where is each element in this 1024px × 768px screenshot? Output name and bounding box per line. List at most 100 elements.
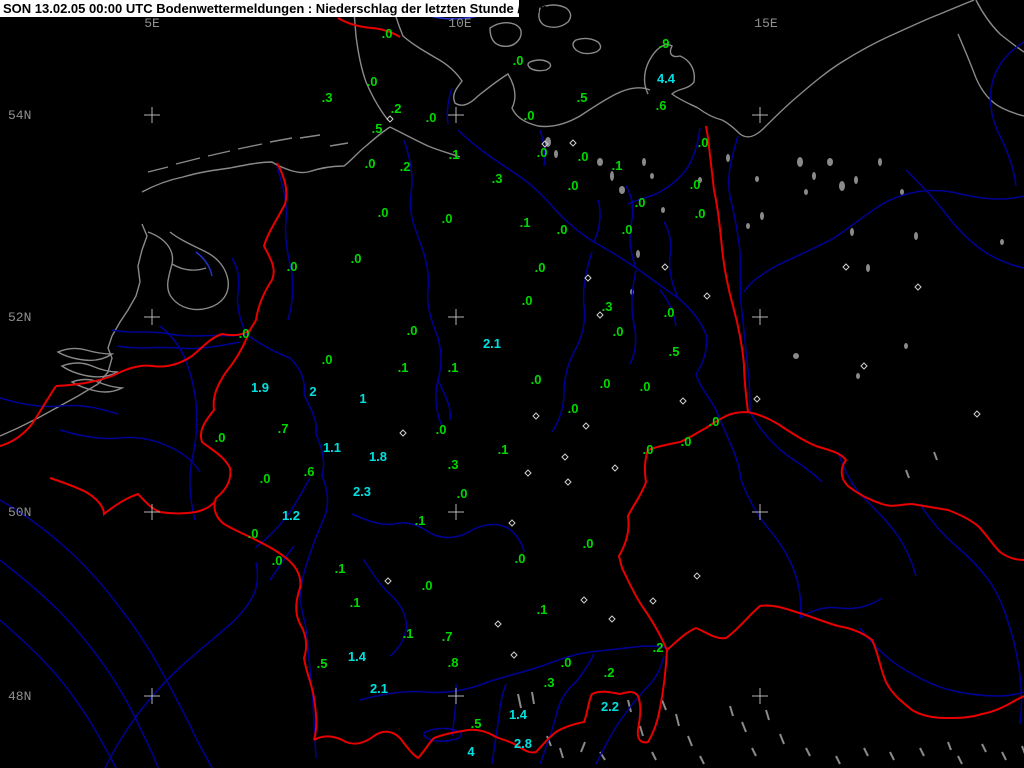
- station-value: .0: [422, 578, 433, 593]
- station-marker-icon: [860, 362, 868, 370]
- grid-cross-icon: [144, 309, 160, 325]
- station-value: 2.1: [370, 681, 388, 696]
- longitude-label: 15E: [754, 16, 778, 31]
- grid-cross-icon: [144, 504, 160, 520]
- station-value: .1: [398, 360, 409, 375]
- station-value: .0: [568, 178, 579, 193]
- station-marker-icon: [399, 429, 407, 437]
- station-value: .7: [278, 421, 289, 436]
- station-marker-icon: [661, 263, 669, 271]
- station-value: .3: [602, 299, 613, 314]
- station-value: .0: [367, 74, 378, 89]
- station-value: .0: [524, 108, 535, 123]
- station-value: .0: [664, 305, 675, 320]
- station-marker-icon: [384, 577, 392, 585]
- station-value: .1: [403, 626, 414, 641]
- weather-map-screen: 5E 10E 15E 54N 52N 50N 48N .0 .9 .0 4.4 .0 .3 .5 .6 .2…: [0, 0, 1024, 768]
- station-value: .3: [544, 675, 555, 690]
- station-value: .3: [448, 457, 459, 472]
- station-value: 1.1: [323, 440, 341, 455]
- station-value: .0: [322, 352, 333, 367]
- station-marker-icon: [582, 422, 590, 430]
- grid-cross-icon: [448, 107, 464, 123]
- station-value: .1: [612, 158, 623, 173]
- station-value: 4.4: [657, 71, 676, 86]
- station-value: .1: [350, 595, 361, 610]
- station-marker-icon: [494, 620, 502, 628]
- station-value: .0: [457, 486, 468, 501]
- station-value: .5: [471, 716, 482, 731]
- station-value: .3: [322, 90, 333, 105]
- latitude-label: 48N: [8, 689, 31, 704]
- station-marker-icon: [693, 572, 701, 580]
- station-marker-icon: [564, 478, 572, 486]
- station-value: .0: [382, 26, 393, 41]
- station-value: .2: [653, 640, 664, 655]
- station-value: .0: [260, 471, 271, 486]
- station-value: .5: [669, 344, 680, 359]
- station-marker-icon: [649, 597, 657, 605]
- station-value: 2.8: [514, 736, 532, 751]
- station-value: .0: [695, 206, 706, 221]
- station-value: .0: [561, 655, 572, 670]
- station-value: .0: [515, 551, 526, 566]
- station-value: .0: [698, 135, 709, 150]
- station-marker-icon: [611, 464, 619, 472]
- station-value: .2: [604, 665, 615, 680]
- station-value: .0: [365, 156, 376, 171]
- station-value: .0: [287, 259, 298, 274]
- station-marker-icon: [532, 412, 540, 420]
- station-value: .0: [531, 372, 542, 387]
- borders-layer: [0, 17, 1024, 760]
- station-value: .0: [568, 401, 579, 416]
- station-value: 1: [359, 391, 366, 406]
- station-value: .0: [583, 536, 594, 551]
- station-value: .0: [378, 205, 389, 220]
- station-marker-icon: [561, 453, 569, 461]
- station-value: .0: [690, 177, 701, 192]
- latitude-label: 54N: [8, 108, 31, 123]
- station-value: .0: [351, 251, 362, 266]
- grid-cross-icon: [448, 504, 464, 520]
- station-value: 4: [467, 744, 475, 759]
- station-value: .0: [407, 323, 418, 338]
- station-value: .1: [448, 360, 459, 375]
- station-marker-icon: [914, 283, 922, 291]
- station-value: 2.2: [601, 699, 619, 714]
- station-value: .1: [498, 442, 509, 457]
- station-value: .0: [522, 293, 533, 308]
- station-value: .0: [426, 110, 437, 125]
- station-marker-icon: [569, 139, 577, 147]
- station-value: 1.4: [348, 649, 367, 664]
- station-value: .0: [513, 53, 524, 68]
- station-value: .1: [415, 513, 426, 528]
- station-marker-icon: [842, 263, 850, 271]
- station-value: 1.9: [251, 380, 269, 395]
- station-value: .0: [215, 430, 226, 445]
- latitude-label: 52N: [8, 310, 31, 325]
- grid-cross-icon: [752, 504, 768, 520]
- rivers-layer: [0, 13, 1024, 768]
- station-value: .0: [600, 376, 611, 391]
- station-value: 1.2: [282, 508, 300, 523]
- station-value: 2.1: [483, 336, 501, 351]
- station-value: .8: [448, 655, 459, 670]
- station-marker-icon: [508, 519, 516, 527]
- station-value: .5: [372, 121, 383, 136]
- station-value: .0: [436, 422, 447, 437]
- station-marker-icon: [973, 410, 981, 418]
- station-value: .0: [622, 222, 633, 237]
- station-value: .6: [656, 98, 667, 113]
- station-value: .0: [535, 260, 546, 275]
- station-value: .0: [557, 222, 568, 237]
- station-value: .0: [640, 379, 651, 394]
- station-value: .9: [659, 36, 670, 51]
- title-bar: SON 13.02.05 00:00 UTC Bodenwettermeldun…: [0, 0, 548, 17]
- station-marker-icon: [580, 596, 588, 604]
- station-value: .0: [613, 324, 624, 339]
- station-value: 2.3: [353, 484, 371, 499]
- station-value: .0: [681, 434, 692, 449]
- station-value: .1: [520, 215, 531, 230]
- grid-cross-icon: [144, 107, 160, 123]
- station-value: .1: [335, 561, 346, 576]
